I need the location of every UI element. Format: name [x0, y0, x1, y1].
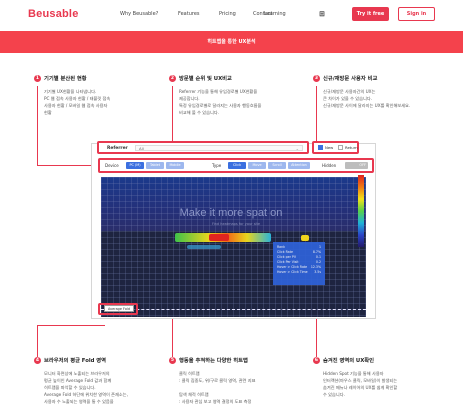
- connector-line: [37, 325, 38, 359]
- feature-desc-line: 히트맵을 파악할 수 있습니다.: [44, 385, 96, 390]
- referrer-value: All: [139, 146, 144, 151]
- nav-pricing[interactable]: Pricing: [219, 11, 236, 17]
- heatmap-hotspot: [187, 245, 221, 249]
- nav-learning[interactable]: Learning: [264, 11, 286, 17]
- sign-in-button[interactable]: Sign in: [398, 7, 435, 21]
- feature-title: 방문별 순위 및 UX비교: [179, 76, 232, 82]
- feature-desc-line: 탐색 체적 히트맵: [179, 392, 209, 397]
- korean-flag-icon[interactable]: ⊞: [318, 9, 326, 19]
- referrer-filter: Referrer All ⌄: [97, 141, 309, 154]
- type-label: Type: [212, 163, 222, 168]
- feature-desc-line: 숨겨진 메뉴나 레이어의 UX를 쉽게 확인할: [323, 385, 398, 390]
- feature-fold: 4 브라우저의 평균 Fold 영역 모니터 화면상에 노출되는 브라우저의 평균…: [34, 356, 152, 405]
- feature-desc-line: 평균 높이인 Average Fold 값과 함께: [44, 378, 112, 383]
- feature-number-badge: 4: [34, 356, 41, 364]
- feature-desc-line: 클릭 히트맵: [179, 371, 200, 376]
- feature-desc-line: 큰 차이가 있을 수 있습니다.: [323, 96, 373, 101]
- tooltip-value: 3.5s: [314, 270, 321, 274]
- tooltip-key: Hover > Click Time: [277, 270, 308, 274]
- feature-desc-line: 모니터 화면상에 노출되는 브라우저의: [44, 371, 110, 376]
- section-banner: 히트맵을 통한 UX분석: [0, 31, 463, 53]
- feature-title: 행동을 추적하는 다양한 히트맵: [179, 358, 248, 364]
- type-click-button[interactable]: Click: [228, 162, 246, 169]
- new-visitor-checkbox[interactable]: New: [318, 145, 333, 150]
- heatmap-hotspot: [301, 235, 309, 241]
- feature-desc-line: Average Fold 하단에 위치한 영역이 존재소는,: [44, 392, 128, 397]
- feature-desc-line: 현황: [44, 110, 52, 115]
- feature-desc-line: 비교해 볼 수 있습니다.: [179, 110, 219, 115]
- average-fold-line: [101, 309, 366, 310]
- feature-new-return: 3 신규/재방문 사용자 비교 신규/재방문 사용자간의 UX는 큰 차이가 있을…: [313, 74, 431, 109]
- feature-title: 브라우저의 평균 Fold 영역: [44, 358, 107, 364]
- type-move-button[interactable]: Move: [248, 162, 266, 169]
- feature-desc-line: 특정 유입경로별로 달라지는 사용자 행동흐름을: [179, 103, 262, 108]
- device-label: Device: [105, 163, 119, 168]
- feature-title: 기기별 분산된 현황: [44, 76, 87, 82]
- feature-device: 1 기기별 분산된 현황 기기별 UX현황을 나타냅니다. PC 웹 접속 사용자…: [34, 74, 152, 116]
- return-label: Return: [345, 145, 358, 150]
- heatmap-page-subline: Find heatmaps for your site: [211, 222, 261, 226]
- device-pc-button[interactable]: PC (M): [126, 162, 144, 169]
- feature-desc-line: : 사용자 관심 보고 영역 결정의 도표 측정: [179, 399, 252, 404]
- try-it-free-button[interactable]: Try it free: [352, 7, 389, 21]
- return-visitor-checkbox[interactable]: Return: [338, 145, 358, 150]
- chevron-down-icon: ⌄: [295, 146, 299, 151]
- feature-title: 숨겨진 영역의 UX확인: [323, 358, 375, 364]
- checkbox-icon: [318, 145, 323, 150]
- fold-highlight-ring: [98, 303, 138, 315]
- device-tablet-button[interactable]: Tablet: [146, 162, 164, 169]
- type-attention-button[interactable]: Attention: [288, 162, 310, 169]
- feature-desc-line: 사용자 수 노출되는 영역을 통 수 있음을: [44, 399, 114, 404]
- new-return-filter: New Return: [312, 141, 359, 154]
- feature-desc-line: 인터랙션(마우스 클릭, 모바일)이 발생되는: [323, 378, 398, 383]
- connector-line: [37, 325, 105, 326]
- checkbox-icon: [338, 145, 343, 150]
- feature-desc-line: Referrer 기능을 통해 유입경로별 UX현황을: [179, 89, 258, 94]
- feature-desc-line: : 클릭 집중도, 위/구로 클릭 영역, 관련 지표: [179, 378, 256, 383]
- connector-line: [316, 86, 317, 142]
- connector-line: [172, 86, 173, 142]
- referrer-select[interactable]: All ⌄: [135, 145, 303, 151]
- top-nav: Beusable Why Beusable? Features Pricing …: [0, 0, 463, 30]
- device-mobile-button[interactable]: Mobile: [166, 162, 184, 169]
- feature-desc-line: 사용자 현황 / 모바일 웹 접속 사용자: [44, 103, 108, 108]
- feature-desc-line: 신규/재방문 사용자간의 UX는: [323, 89, 376, 94]
- heatmap-hotspot: [209, 234, 229, 241]
- beusable-logo[interactable]: Beusable: [28, 8, 79, 20]
- feature-desc-line: 신규/재방문 사이에 달라지는 UX를 확인해보세요.: [323, 103, 411, 108]
- feature-desc-line: 기기별 UX현황을 나타냅니다.: [44, 89, 97, 94]
- connector-line: [37, 86, 38, 165]
- feature-referrer: 2 방문별 순위 및 UX비교 Referrer 기능을 통해 유입경로별 UX현…: [169, 74, 287, 116]
- feature-title: 신규/재방문 사용자 비교: [323, 76, 378, 82]
- nav-features[interactable]: Features: [178, 11, 200, 17]
- referrer-label: Referrer: [107, 146, 128, 151]
- connector-line: [37, 165, 98, 166]
- hidden-label: Hidden: [322, 163, 337, 168]
- feature-number-badge: 6: [313, 356, 320, 364]
- heatmap-color-scale: [358, 175, 364, 247]
- type-scroll-button[interactable]: Scroll: [268, 162, 286, 169]
- nav-why-beusable[interactable]: Why Beusable?: [120, 11, 158, 17]
- feature-desc-line: [179, 384, 287, 391]
- heatmap-canvas[interactable]: Make it more spat on Find heatmaps for y…: [101, 177, 366, 317]
- heatmap-grid: [101, 177, 366, 317]
- heatmap-page-headline: Make it more spat on: [179, 207, 283, 219]
- feature-desc-line: PC 웹 접속 사용자 현황 / 태블릿 접속: [44, 96, 111, 101]
- click-stat-tooltip: Rank 1 Click Rate 8.7% Click per PV 0.1 Cli…: [273, 242, 325, 285]
- feature-number-badge: 1: [34, 74, 41, 82]
- feature-number-badge: 3: [313, 74, 320, 82]
- feature-desc-line: Hidden Spot 기능을 통해 사용자: [323, 371, 384, 376]
- feature-hidden-spot: 6 숨겨진 영역의 UX확인 Hidden Spot 기능을 통해 사용자 인터랙…: [313, 356, 431, 398]
- feature-number-badge: 2: [169, 74, 176, 82]
- new-label: New: [325, 145, 334, 150]
- feature-desc-line: 수 있습니다.: [323, 392, 345, 397]
- feature-number-badge: 5: [169, 356, 176, 364]
- feature-heatmap-types: 5 행동을 추적하는 다양한 히트맵 클릭 히트맵 : 클릭 집중도, 위/구로 …: [169, 356, 287, 405]
- feature-desc-line: 제공합니다.: [179, 96, 200, 101]
- hidden-toggle[interactable]: OFF: [345, 162, 368, 169]
- control-row: Device PC (M) Tablet Mobile Type Click M…: [98, 158, 374, 173]
